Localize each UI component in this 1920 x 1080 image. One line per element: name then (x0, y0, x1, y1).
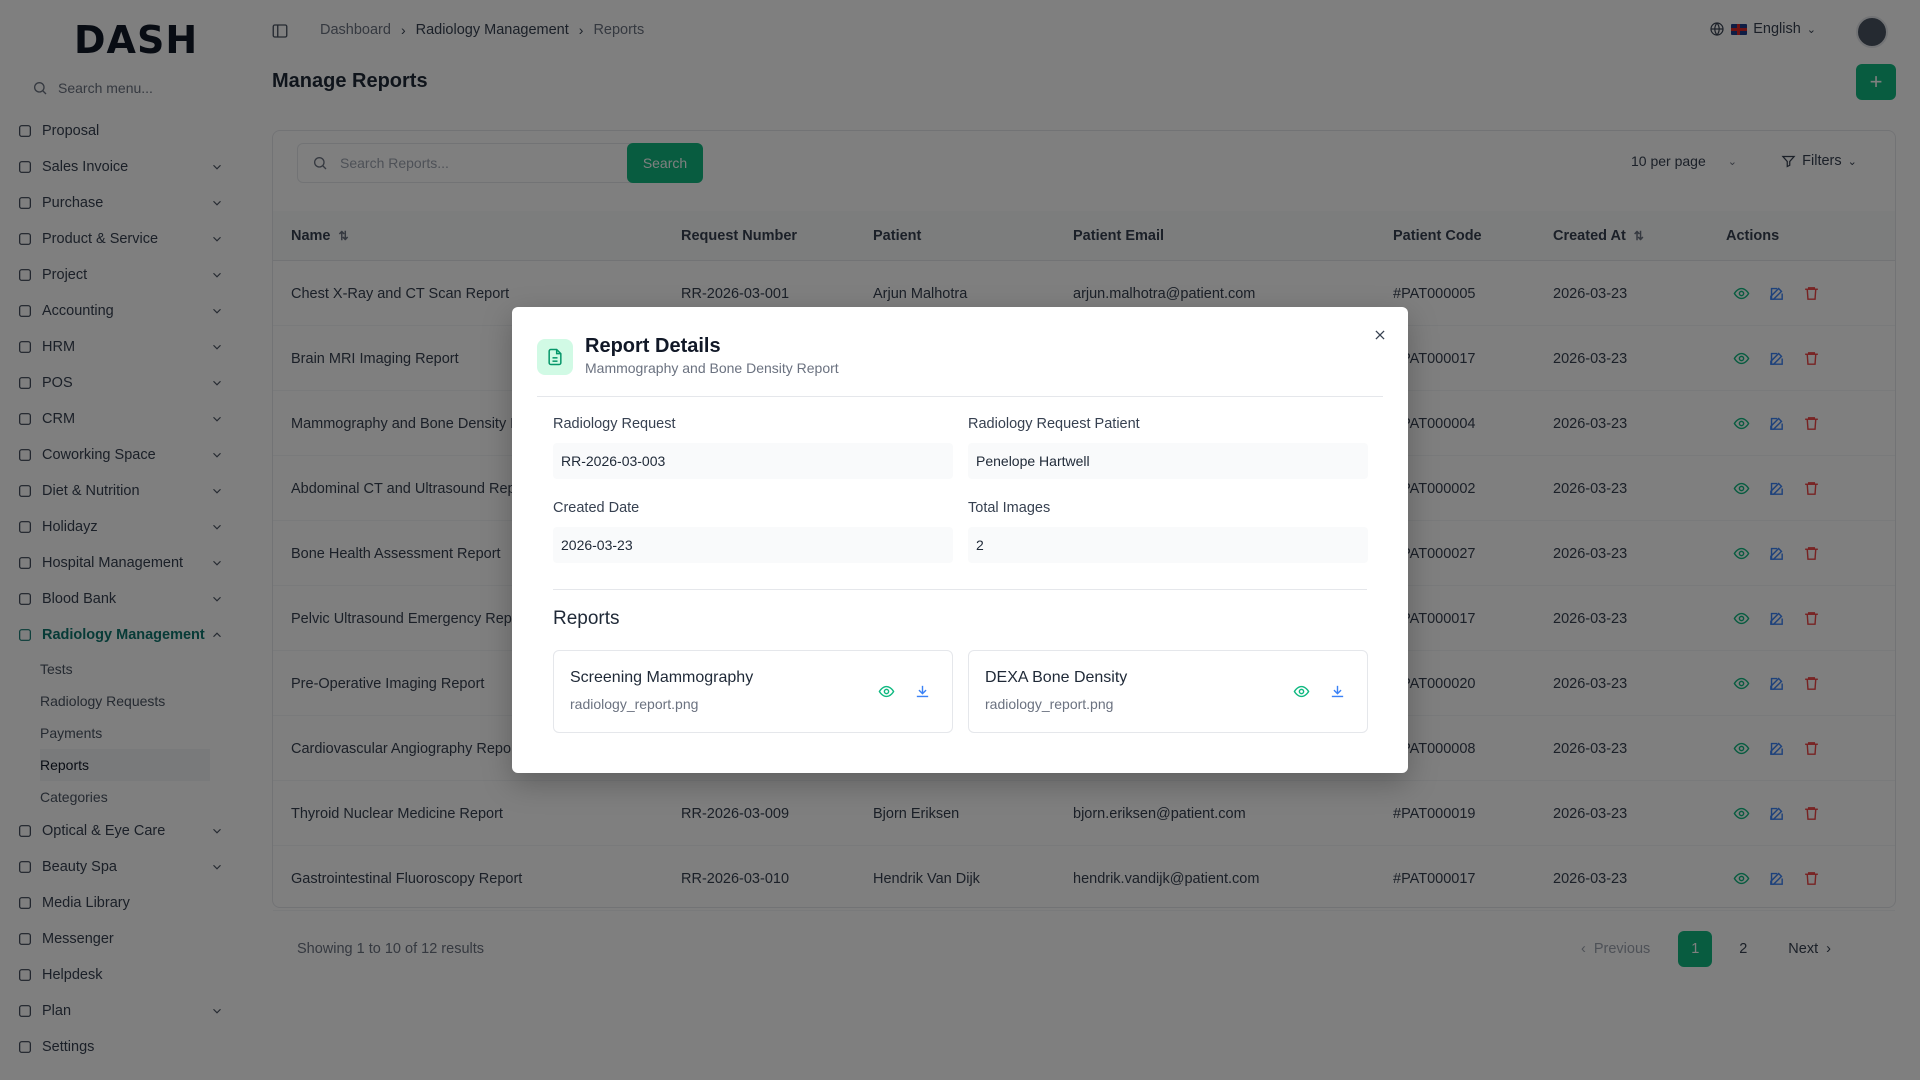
total-images-label: Total Images (968, 500, 1051, 516)
radiology-request-label: Radiology Request (553, 416, 676, 432)
modal-subtitle: Mammography and Bone Density Report (585, 360, 839, 376)
patient-label: Radiology Request Patient (968, 416, 1140, 432)
report-file-title: Screening Mammography (570, 669, 754, 686)
modal-title: Report Details (585, 335, 721, 357)
created-date-value: 2026-03-23 (553, 527, 953, 563)
report-file-card: Screening Mammography radiology_report.p… (553, 650, 953, 733)
report-file-name: radiology_report.png (570, 696, 699, 712)
report-details-modal: Report Details Mammography and Bone Dens… (512, 307, 1408, 773)
close-icon[interactable] (1370, 325, 1390, 345)
divider (553, 589, 1367, 590)
reports-heading: Reports (553, 608, 620, 629)
document-icon (537, 339, 573, 375)
view-icon[interactable] (1293, 683, 1311, 701)
total-images-value: 2 (968, 527, 1368, 563)
download-icon[interactable] (1329, 683, 1347, 701)
created-date-label: Created Date (553, 500, 640, 516)
view-icon[interactable] (878, 683, 896, 701)
report-file-name: radiology_report.png (985, 696, 1114, 712)
patient-value: Penelope Hartwell (968, 443, 1368, 479)
report-file-title: DEXA Bone Density (985, 669, 1128, 686)
radiology-request-value: RR-2026-03-003 (553, 443, 953, 479)
report-file-card: DEXA Bone Density radiology_report.png (968, 650, 1368, 733)
divider (537, 396, 1383, 397)
download-icon[interactable] (914, 683, 932, 701)
